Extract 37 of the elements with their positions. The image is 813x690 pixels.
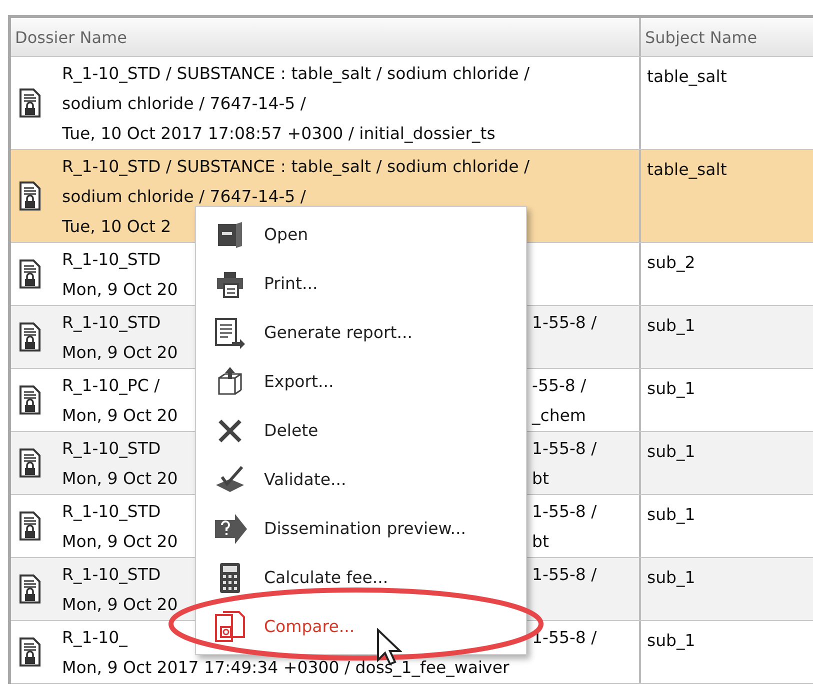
dossier-name-text: Mon, 9 Oct 20 <box>62 594 178 614</box>
dossier-name-text: R_1-10_PC / <box>62 376 160 394</box>
dossier-name-text: 1-55-8 / <box>532 438 597 458</box>
dossier-name-text: 1-55-8 / <box>532 564 597 584</box>
subject-name-text: table_salt <box>647 67 727 88</box>
dossier-name-text: Tue, 10 Oct 2017 17:08:57 +0300 / initial_dossier_ts <box>62 124 496 142</box>
dossier-name-text: Mon, 9 Oct 20 <box>62 280 178 298</box>
dossier-name-text: 1-55-8 / <box>532 502 597 520</box>
subject-name-text: sub_2 <box>647 253 696 274</box>
dossier-name-text: R_1-10_STD <box>62 250 161 268</box>
dossier-name-text: R_1-10_STD <box>62 502 161 520</box>
dossier-name-text: R_1-10_ <box>62 628 128 646</box>
dossier-name-text: bt <box>532 468 550 488</box>
subject-name-text: sub_1 <box>647 568 696 589</box>
subject-name-text: sub_1 <box>647 316 696 337</box>
dossier-name-text: Mon, 9 Oct 20 <box>62 406 178 424</box>
dossier-name-text: -55-8 / <box>532 376 586 394</box>
dossier-name-text: Mon, 9 Oct 2017 17:49:34 +0300 / doss_1_fee_waiver <box>62 658 510 676</box>
subject-name-text: sub_1 <box>647 505 696 526</box>
dossier-name-text: R_1-10_STD / SUBSTANCE : table_salt / sodium chloride / <box>62 156 530 176</box>
dossier-name-text: 1-55-8 / <box>532 312 597 332</box>
dossier-name-text: R_1-10_STD / SUBSTANCE : table_salt / sodium chloride / <box>62 64 530 82</box>
dossier-name-text: Mon, 9 Oct 20 <box>62 532 178 550</box>
dossier-name-text: Tue, 10 Oct 2 <box>62 216 172 236</box>
dossier-name-text: R_1-10_STD <box>62 564 161 584</box>
subject-name-text: sub_1 <box>647 631 696 652</box>
dossier-name-text: R_1-10_STD <box>62 312 161 332</box>
dossier-name-text: Mon, 9 Oct 20 <box>62 342 178 362</box>
subject-name-text: sub_1 <box>647 442 696 463</box>
dossier-name-text: bt <box>532 532 550 550</box>
dossier-name-text: Mon, 9 Oct 20 <box>62 468 178 488</box>
dossier-name-text: sodium chloride / 7647-14-5 / <box>62 186 306 206</box>
subject-name-text: table_salt <box>647 160 727 181</box>
subject-name-text: sub_1 <box>647 379 696 400</box>
dossier-name-text: _chem <box>532 406 586 424</box>
dossier-name-text: R_1-10_STD <box>62 438 161 458</box>
dossier-name-text: sodium chloride / 7647-14-5 / <box>62 94 306 112</box>
